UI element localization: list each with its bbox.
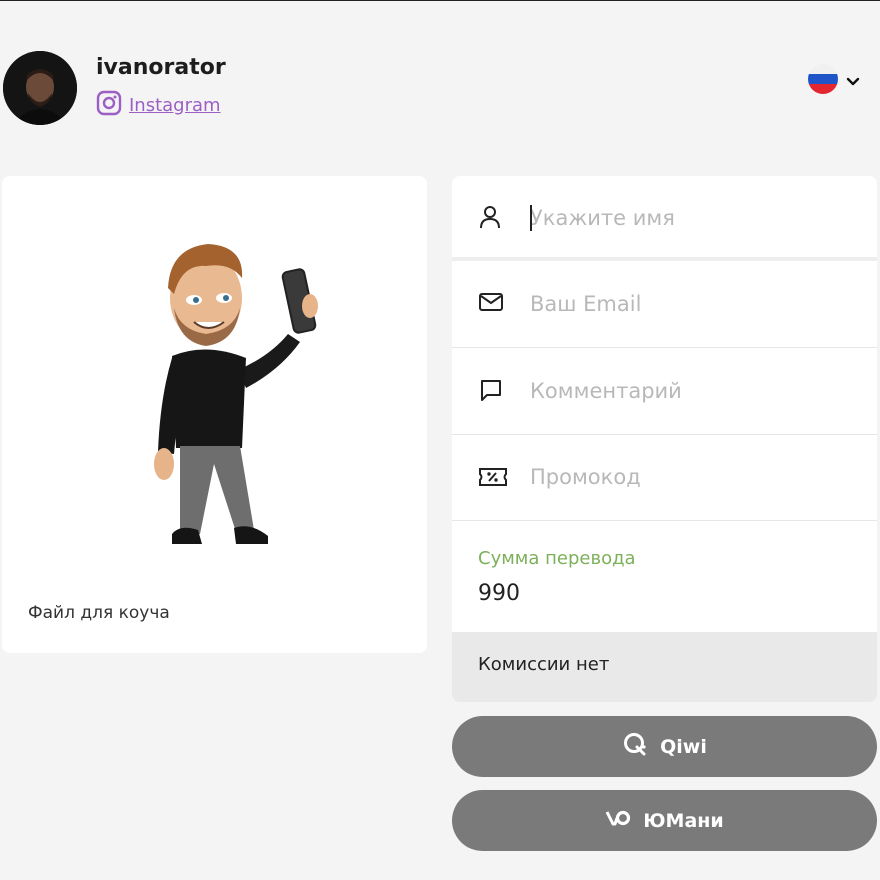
qiwi-icon — [622, 731, 648, 762]
amount-label: Сумма перевода — [478, 548, 636, 569]
amount-value: 990 — [478, 581, 520, 606]
instagram-link[interactable]: Instagram — [129, 95, 221, 116]
name-field — [452, 176, 877, 261]
coupon-icon — [478, 465, 508, 493]
user-icon — [478, 204, 502, 234]
yoomoney-label: ЮМани — [643, 809, 724, 832]
yoomoney-icon — [605, 808, 631, 833]
russia-flag-icon — [808, 64, 838, 98]
commission-text: Комиссии нет — [478, 654, 610, 675]
product-card: Файл для коуча — [2, 176, 427, 653]
comment-icon — [478, 378, 504, 408]
qiwi-label: Qiwi — [660, 735, 707, 758]
top-border — [0, 0, 880, 1]
promo-field — [452, 435, 877, 521]
name-input[interactable] — [530, 198, 850, 238]
instagram-link-group[interactable]: Instagram — [96, 90, 221, 120]
promo-input[interactable] — [530, 457, 850, 497]
username: ivanorator — [96, 55, 226, 80]
avatar — [3, 51, 77, 125]
commission-note: Комиссии нет — [452, 632, 877, 702]
email-input[interactable] — [530, 284, 850, 324]
product-image — [150, 238, 335, 558]
payment-form: Сумма перевода 990 — [452, 176, 877, 638]
mail-icon — [478, 291, 504, 317]
language-selector[interactable] — [808, 64, 860, 98]
product-caption: Файл для коуча — [28, 603, 170, 623]
email-field — [452, 261, 877, 348]
chevron-down-icon — [846, 72, 860, 91]
yoomoney-pay-button[interactable]: ЮМани — [452, 790, 877, 851]
instagram-icon — [96, 90, 122, 120]
qiwi-pay-button[interactable]: Qiwi — [452, 716, 877, 777]
text-cursor — [530, 205, 532, 231]
comment-field — [452, 348, 877, 435]
comment-input[interactable] — [530, 371, 850, 411]
